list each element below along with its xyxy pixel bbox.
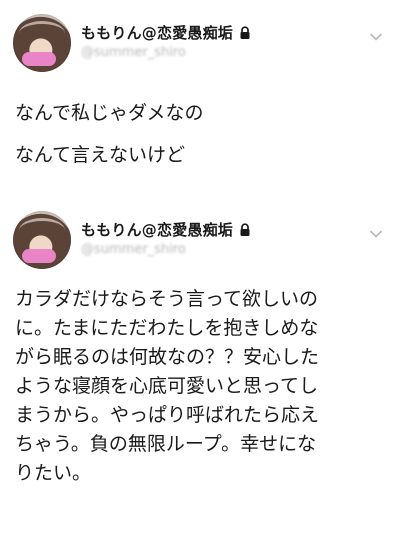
tweet-feed: ももりん@恋愛愚痴垢 @summer_shiro なんで私じゃダメなの なんて言… (0, 0, 400, 550)
avatar-hairband-decoration (19, 21, 65, 46)
lock-icon (239, 25, 251, 40)
avatar-badge (22, 249, 56, 263)
lock-icon (239, 222, 251, 237)
avatar-badge (22, 52, 56, 66)
username-handle[interactable]: @summer_shiro (81, 45, 186, 60)
avatar-hairband-decoration (19, 218, 65, 243)
tweet-card[interactable]: ももりん@恋愛愚痴垢 @summer_shiro カラダだけならそう言って欲しい… (0, 197, 400, 550)
tweet-text: なんで私じゃダメなの なんて言えないけど (15, 102, 204, 166)
chevron-down-icon[interactable] (369, 29, 383, 43)
avatar[interactable] (13, 211, 71, 269)
avatar[interactable] (13, 14, 71, 72)
display-name[interactable]: ももりん@恋愛愚痴垢 (81, 22, 233, 43)
display-name[interactable]: ももりん@恋愛愚痴垢 (81, 219, 233, 240)
chevron-down-icon[interactable] (369, 226, 383, 240)
tweet-text: カラダだけならそう言って欲しいの に。たまにただわたしを抱きしめな がら眠るのは… (15, 288, 320, 484)
author-row: ももりん@恋愛愚痴垢 (81, 22, 251, 43)
tweet-card[interactable]: ももりん@恋愛愚痴垢 @summer_shiro なんで私じゃダメなの なんて言… (0, 0, 400, 197)
username-handle[interactable]: @summer_shiro (81, 242, 186, 257)
author-row: ももりん@恋愛愚痴垢 (81, 219, 251, 240)
